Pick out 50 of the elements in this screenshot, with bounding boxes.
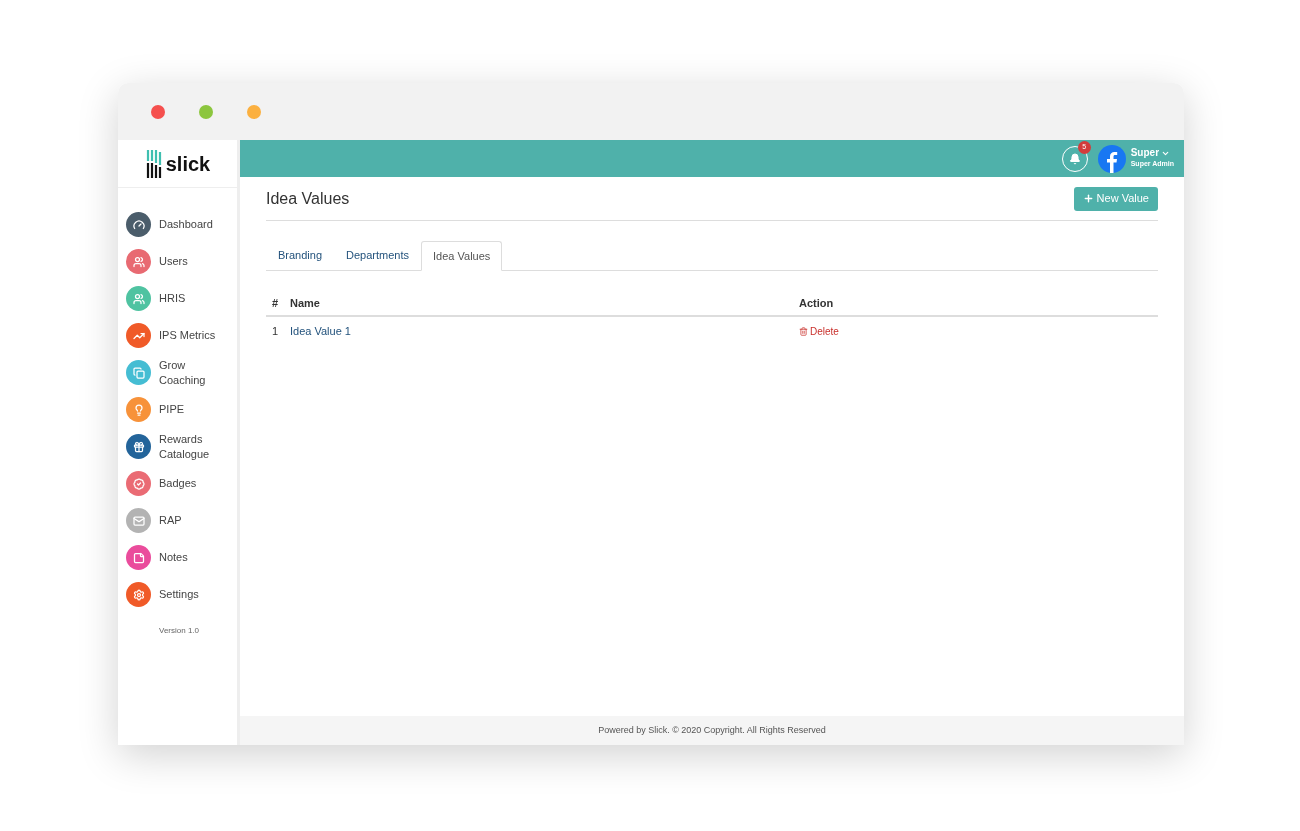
tab[interactable]: Branding — [266, 241, 335, 270]
sidebar-item-label: Grow Coaching — [159, 357, 207, 388]
badge-icon — [132, 477, 145, 490]
sidebar-item-label: Rewards Catalogue — [159, 431, 211, 462]
version-label: Version 1.0 — [158, 625, 201, 637]
footer-text: Powered by Slick. © 2020 Copyright. All Rights Reserved — [598, 723, 826, 737]
sidebar-item-label: Users — [159, 254, 189, 269]
tab[interactable]: Idea Values — [421, 241, 503, 271]
lightbulb-icon — [132, 403, 145, 416]
name-link[interactable]: Idea Value 1 — [290, 322, 799, 340]
sidebar-item-label: Badges — [159, 476, 198, 491]
sidebar-item-label: Notes — [159, 550, 189, 565]
logo-icon — [144, 148, 163, 179]
sidebar-item[interactable]: Notes — [126, 539, 237, 576]
settings-icon — [132, 588, 145, 601]
page-title: Idea Values — [266, 188, 350, 209]
trash-icon — [799, 326, 808, 336]
column-header: Name — [290, 295, 321, 311]
note-icon — [132, 551, 145, 564]
gauge-icon — [132, 218, 145, 231]
sidebar-item[interactable]: RAP — [126, 502, 237, 539]
mail-icon — [132, 514, 145, 527]
sidebar-item[interactable]: Grow Coaching — [126, 354, 237, 391]
column-header: Action — [799, 295, 834, 311]
sidebar-item[interactable]: PIPE — [126, 391, 237, 428]
delete-link[interactable]: Delete — [799, 323, 839, 339]
sidebar-item[interactable]: HRIS — [126, 280, 237, 317]
sidebar-item[interactable]: IPS Metrics — [126, 317, 237, 354]
sidebar-item[interactable]: Dashboard — [126, 206, 237, 243]
sidebar-item-label: HRIS — [159, 291, 187, 306]
gift-icon — [132, 440, 145, 453]
copy-icon — [132, 366, 145, 379]
table-cell-text: 1 — [271, 323, 280, 339]
column-header: # — [271, 295, 280, 311]
tab[interactable]: Departments — [334, 241, 422, 270]
sidebar-item[interactable]: Settings — [126, 576, 237, 613]
users-icon — [132, 255, 145, 268]
sidebar-item-label: IPS Metrics — [159, 328, 217, 343]
sidebar-item[interactable]: Users — [126, 243, 237, 280]
avatar-icon — [1097, 144, 1126, 173]
sidebar-item[interactable]: Rewards Catalogue — [126, 428, 237, 465]
users-icon — [132, 292, 145, 305]
sidebar-item-label: PIPE — [159, 402, 186, 417]
sidebar-item-label: Settings — [159, 587, 200, 602]
sidebar-item-label: Dashboard — [159, 217, 214, 232]
sidebar-item-label: RAP — [159, 513, 183, 528]
sidebar-item[interactable]: Badges — [126, 465, 237, 502]
bell-icon — [1068, 152, 1081, 165]
plus-icon — [1082, 193, 1094, 204]
brand-name: slick — [165, 151, 211, 177]
